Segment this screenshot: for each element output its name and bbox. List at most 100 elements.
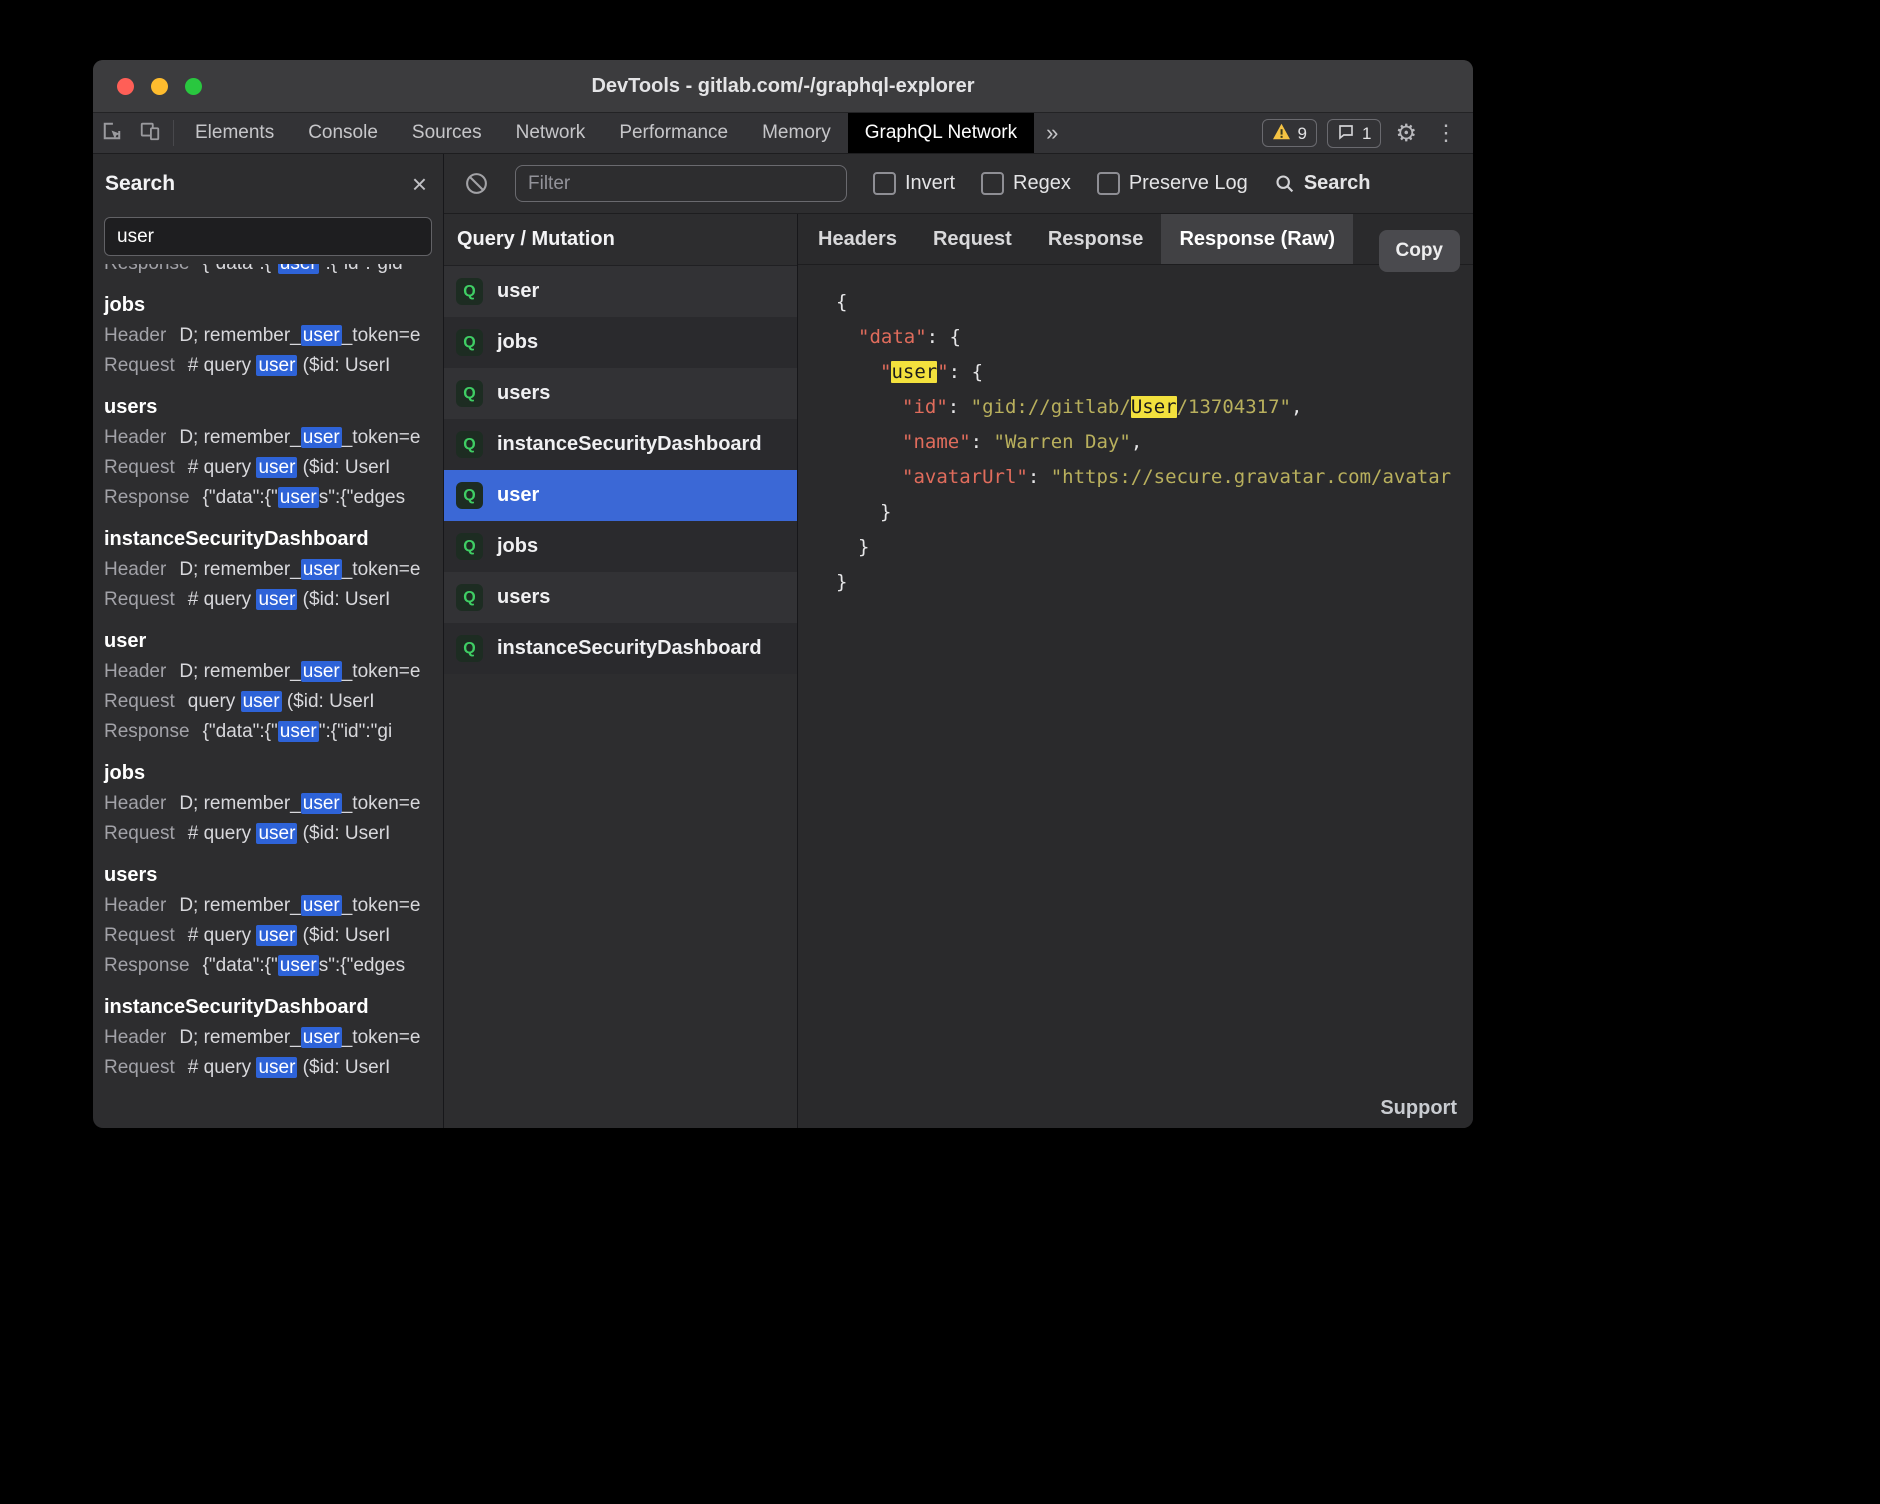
tab-graphql-network[interactable]: GraphQL Network	[848, 113, 1034, 153]
search-result-line[interactable]: Request# query user ($id: UserI	[104, 351, 443, 381]
traffic-lights	[117, 60, 202, 112]
search-result-line-clipped[interactable]: Response{"data":{"user":{"id":"gid	[104, 264, 443, 279]
result-text: D; remember_	[179, 793, 300, 814]
result-text: ($id: UserI	[297, 1057, 390, 1078]
result-text: ($id: UserI	[297, 925, 390, 946]
support-link[interactable]: Support	[1380, 1097, 1457, 1120]
response-tab-response-raw-[interactable]: Response (Raw)	[1161, 214, 1353, 264]
search-result-line[interactable]: HeaderD; remember_user_token=e	[104, 555, 443, 585]
checkbox-invert[interactable]: Invert	[873, 172, 955, 195]
filter-checkboxes: Invert Regex Preserve Log	[873, 172, 1248, 195]
warnings-badge[interactable]: 9	[1262, 119, 1317, 147]
json-line: "id": "gid://gitlab/User/13704317",	[836, 390, 1473, 425]
result-text: # query	[188, 355, 257, 376]
query-type-badge: Q	[456, 533, 483, 560]
search-match-highlight: user	[256, 589, 297, 610]
query-list-item[interactable]: Qusers	[444, 572, 797, 623]
issues-count: 1	[1362, 125, 1371, 142]
search-result-line[interactable]: HeaderD; remember_user_token=e	[104, 789, 443, 819]
search-result-line[interactable]: HeaderD; remember_user_token=e	[104, 1023, 443, 1053]
search-result-line[interactable]: HeaderD; remember_user_token=e	[104, 657, 443, 687]
json-token: "https://secure.gravatar.com/avatar	[1051, 466, 1451, 488]
json-line: "user": {	[836, 355, 1473, 390]
checkbox-regex[interactable]: Regex	[981, 172, 1071, 195]
search-close-icon[interactable]: ×	[412, 171, 427, 197]
search-result-line[interactable]: HeaderD; remember_user_token=e	[104, 891, 443, 921]
close-window-button[interactable]	[117, 78, 134, 95]
block-requests-icon[interactable]	[464, 171, 489, 196]
search-group-title: users	[104, 860, 443, 891]
query-list-item[interactable]: QinstanceSecurityDashboard	[444, 623, 797, 674]
result-text: {"data":{"	[203, 955, 278, 976]
response-tab-request[interactable]: Request	[915, 214, 1030, 264]
issues-badge[interactable]: 1	[1327, 119, 1381, 148]
response-tab-response[interactable]: Response	[1030, 214, 1162, 264]
toolbar-divider	[173, 120, 174, 146]
tab-memory[interactable]: Memory	[745, 113, 848, 153]
settings-button[interactable]: ⚙	[1391, 119, 1421, 148]
search-result-line[interactable]: Request# query user ($id: UserI	[104, 453, 443, 483]
search-result-line[interactable]: Request# query user ($id: UserI	[104, 585, 443, 615]
query-item-label: user	[497, 484, 539, 507]
search-result-line[interactable]: Response{"data":{"users":{"edges	[104, 951, 443, 981]
search-match-highlight: user	[256, 457, 297, 478]
result-kind-label: Request	[104, 589, 175, 610]
query-list-item[interactable]: Qusers	[444, 368, 797, 419]
device-toolbar-button[interactable]	[131, 113, 169, 153]
devtools-content: Search × Response{"data":{"user":{"id":"…	[93, 154, 1473, 1128]
tab-performance[interactable]: Performance	[602, 113, 745, 153]
result-text: D; remember_	[179, 1027, 300, 1048]
query-list-item[interactable]: Qjobs	[444, 521, 797, 572]
search-result-line[interactable]: Response{"data":{"user":{"id":"gi	[104, 717, 443, 747]
query-item-label: jobs	[497, 535, 538, 558]
tab-network[interactable]: Network	[499, 113, 603, 153]
result-text: D; remember_	[179, 895, 300, 916]
query-type-badge: Q	[456, 635, 483, 662]
search-result-line[interactable]: Response{"data":{"users":{"edges	[104, 483, 443, 513]
checkbox-box	[1097, 172, 1120, 195]
filter-input[interactable]	[515, 165, 847, 202]
checkbox-preserve-log[interactable]: Preserve Log	[1097, 172, 1248, 195]
json-token: :	[971, 431, 994, 453]
search-result-line[interactable]: HeaderD; remember_user_token=e	[104, 423, 443, 453]
search-input[interactable]	[104, 217, 432, 256]
search-results: Response{"data":{"user":{"id":"gidjobsHe…	[93, 262, 443, 1128]
query-type-badge: Q	[456, 584, 483, 611]
search-match-highlight: user	[278, 487, 319, 508]
search-match-highlight: user	[301, 427, 342, 448]
query-list-header: Query / Mutation	[444, 214, 797, 266]
result-text: ($id: UserI	[297, 589, 390, 610]
minimize-window-button[interactable]	[151, 78, 168, 95]
inspect-element-button[interactable]	[93, 113, 131, 153]
query-item-label: instanceSecurityDashboard	[497, 433, 762, 456]
search-result-line[interactable]: Request# query user ($id: UserI	[104, 819, 443, 849]
search-group-title: jobs	[104, 758, 443, 789]
json-token: }	[858, 536, 869, 558]
query-list-item[interactable]: Quser	[444, 266, 797, 317]
search-result-line[interactable]: Request# query user ($id: UserI	[104, 921, 443, 951]
result-kind-label: Header	[104, 325, 166, 346]
search-match-highlight-yellow: user	[891, 361, 937, 383]
query-list-item[interactable]: Quser	[444, 470, 797, 521]
search-result-line[interactable]: HeaderD; remember_user_token=e	[104, 321, 443, 351]
result-kind-label: Request	[104, 457, 175, 478]
response-tabs: HeadersRequestResponseResponse (Raw) ×	[798, 214, 1473, 265]
search-group-title: instanceSecurityDashboard	[104, 992, 443, 1023]
network-search-control[interactable]: Search	[1274, 172, 1371, 195]
kebab-menu-button[interactable]: ⋮	[1431, 120, 1461, 146]
tab-console[interactable]: Console	[291, 113, 395, 153]
json-line: {	[836, 285, 1473, 320]
tab-elements[interactable]: Elements	[178, 113, 291, 153]
zoom-window-button[interactable]	[185, 78, 202, 95]
query-list-item[interactable]: Qjobs	[444, 317, 797, 368]
search-result-line[interactable]: Requestquery user ($id: UserI	[104, 687, 443, 717]
tab-sources[interactable]: Sources	[395, 113, 499, 153]
json-token: ,	[1291, 396, 1302, 418]
response-tab-headers[interactable]: Headers	[800, 214, 915, 264]
query-list-item[interactable]: QinstanceSecurityDashboard	[444, 419, 797, 470]
copy-button[interactable]: Copy	[1379, 230, 1461, 272]
search-result-line[interactable]: Request# query user ($id: UserI	[104, 1053, 443, 1083]
json-token: "name"	[902, 431, 971, 453]
more-tabs-button[interactable]: »	[1034, 113, 1070, 153]
checkbox-label: Regex	[1013, 172, 1071, 195]
